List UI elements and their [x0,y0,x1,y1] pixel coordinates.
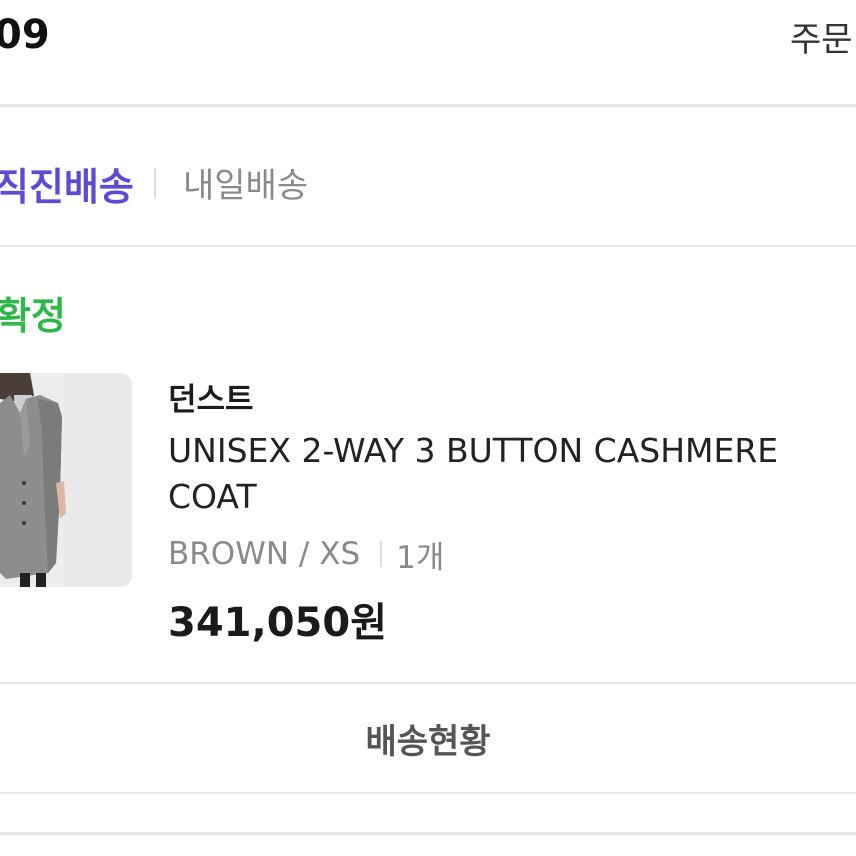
option-separator [380,541,383,567]
tomorrow-delivery-badge: 내일배송 [183,166,309,206]
order-date: 09 [0,12,50,58]
section-divider [0,832,856,835]
order-list-page: 09 주문 직진배송 내일배송 확정 던스트 UNISEX 2-WAY 3 BU… [0,0,856,856]
delivery-type-row: 직진배송 내일배송 [0,106,856,246]
product-quantity: 1개 [396,539,445,576]
product-option: BROWN / XS [168,536,361,572]
delivery-status-button[interactable]: 배송현황 [0,682,856,794]
order-detail-link[interactable]: 주문 [790,12,853,61]
brand-name[interactable]: 던스트 [168,374,254,419]
direct-delivery-badge: 직진배송 [0,165,134,209]
delivery-status-label: 배송현황 [365,721,491,762]
product-option-row: BROWN / XS 1개 [168,534,445,576]
product-image[interactable] [0,373,132,587]
product-price: 341,050원 [168,600,387,646]
section-divider [0,245,856,247]
coat-photo-icon [0,373,132,587]
product-name[interactable]: UNISEX 2-WAY 3 BUTTON CASHMERE COAT [168,428,856,520]
order-header: 09 주문 [0,0,856,104]
delivery-separator [154,168,156,198]
order-status: 확정 [0,294,66,338]
